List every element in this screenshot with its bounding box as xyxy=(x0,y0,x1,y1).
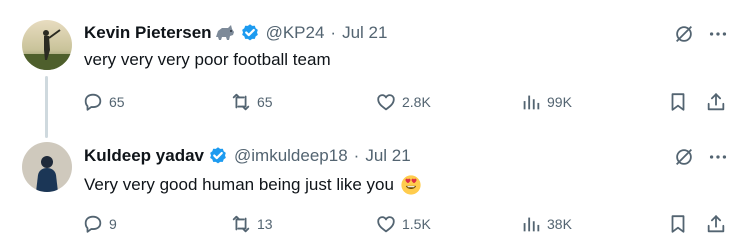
share-icon xyxy=(705,91,727,113)
bookmark-button[interactable] xyxy=(667,90,689,114)
author-handle[interactable]: @imkuldeep18 xyxy=(234,146,348,166)
rhino-emoji xyxy=(214,23,236,43)
reply-icon xyxy=(82,213,104,235)
grok-icon[interactable] xyxy=(672,145,696,169)
more-icon[interactable] xyxy=(706,22,730,46)
reply-count: 65 xyxy=(109,94,125,110)
share-icon xyxy=(705,213,727,235)
verified-badge-icon[interactable] xyxy=(240,23,260,43)
tweet[interactable]: Kevin Pietersen @KP24 · Jul 21 very very… xyxy=(0,0,752,138)
views-count: 99K xyxy=(547,94,572,110)
tweet-text: Very very good human being just like you xyxy=(84,175,394,194)
like-icon xyxy=(375,213,397,235)
share-button[interactable] xyxy=(705,212,727,236)
author-name[interactable]: Kuldeep yadav xyxy=(84,146,204,166)
like-button[interactable]: 2.8K xyxy=(375,90,431,114)
heart-eyes-emoji xyxy=(400,174,422,196)
tweet-corner-actions xyxy=(672,22,730,46)
share-button[interactable] xyxy=(705,90,727,114)
author-handle[interactable]: @KP24 xyxy=(266,23,325,43)
views-icon xyxy=(523,95,540,110)
like-icon xyxy=(375,91,397,113)
tweet-text: very very very poor football team xyxy=(84,50,331,69)
like-count: 2.8K xyxy=(402,94,431,110)
tweet-text-row: Very very good human being just like you xyxy=(84,174,422,196)
tweet[interactable]: Kuldeep yadav @imkuldeep18 · Jul 21 Very… xyxy=(0,130,752,251)
reply-button[interactable]: 65 xyxy=(82,90,125,114)
like-button[interactable]: 1.5K xyxy=(375,212,431,236)
author-avatar[interactable] xyxy=(22,142,72,192)
bookmark-icon xyxy=(667,213,689,235)
views-button[interactable]: 99K xyxy=(520,90,572,114)
tweet-actions: 9 13 1.5K 38K xyxy=(0,212,752,236)
grok-icon[interactable] xyxy=(672,22,696,46)
retweet-button[interactable]: 13 xyxy=(230,212,273,236)
bookmark-icon xyxy=(667,91,689,113)
separator-dot: · xyxy=(353,146,360,165)
like-count: 1.5K xyxy=(402,216,431,232)
retweet-count: 65 xyxy=(257,94,273,110)
tweet-date[interactable]: Jul 21 xyxy=(342,23,387,43)
views-icon xyxy=(523,217,540,232)
retweet-icon xyxy=(230,91,252,113)
retweet-button[interactable]: 65 xyxy=(230,90,273,114)
bookmark-button[interactable] xyxy=(667,212,689,236)
reply-icon xyxy=(82,91,104,113)
tweet-date[interactable]: Jul 21 xyxy=(365,146,410,166)
retweet-icon xyxy=(230,213,252,235)
tweet-actions: 65 65 2.8K 99K xyxy=(0,90,752,114)
more-icon[interactable] xyxy=(706,145,730,169)
tweet-corner-actions xyxy=(672,145,730,169)
tweet-header: Kuldeep yadav @imkuldeep18 · Jul 21 xyxy=(84,144,411,168)
retweet-count: 13 xyxy=(257,216,273,232)
separator-dot: · xyxy=(330,23,337,42)
reply-button[interactable]: 9 xyxy=(82,212,117,236)
views-button[interactable]: 38K xyxy=(520,212,572,236)
views-count: 38K xyxy=(547,216,572,232)
author-avatar[interactable] xyxy=(22,20,72,70)
verified-badge-icon[interactable] xyxy=(208,146,228,166)
author-name[interactable]: Kevin Pietersen xyxy=(84,23,212,43)
tweet-header: Kevin Pietersen @KP24 · Jul 21 xyxy=(84,21,387,45)
reply-count: 9 xyxy=(109,216,117,232)
